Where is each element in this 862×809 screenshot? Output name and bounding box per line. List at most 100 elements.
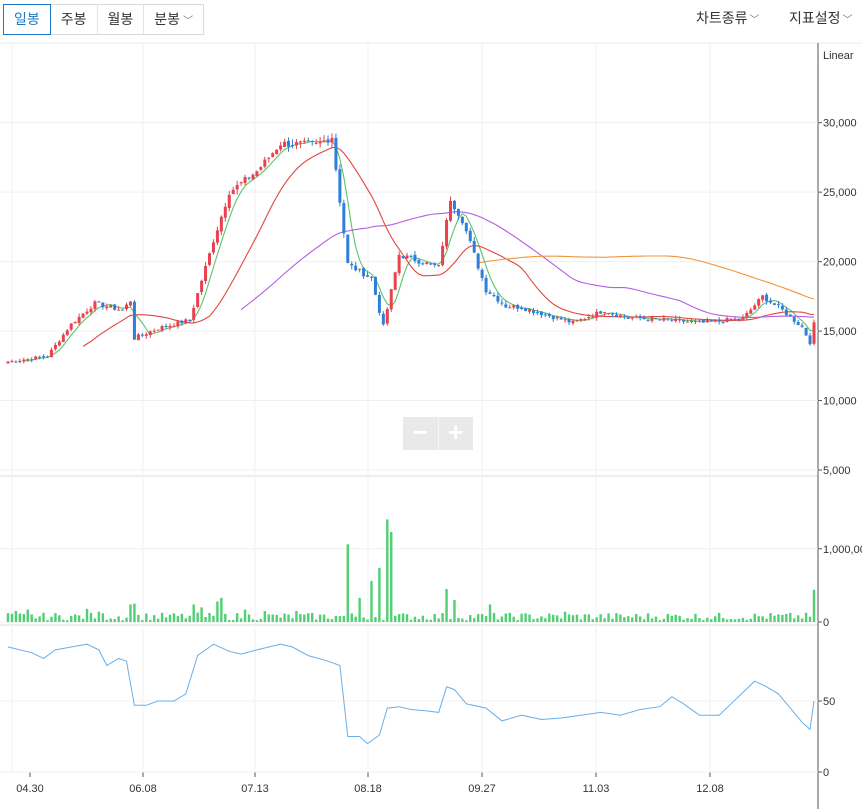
- volume-bar: [793, 618, 796, 622]
- price-tick-label: 10,000: [823, 396, 857, 408]
- candle-body: [239, 182, 243, 184]
- candle-body: [804, 327, 808, 336]
- candle-body: [34, 356, 38, 360]
- candle-body: [405, 255, 409, 259]
- volume-bar: [769, 613, 772, 622]
- volume-bar: [73, 614, 77, 622]
- candle-body: [160, 326, 164, 331]
- volume-bar: [204, 616, 207, 622]
- volume-bar: [38, 616, 41, 622]
- volume-bar: [14, 611, 18, 622]
- candle-body: [717, 320, 721, 322]
- candle-body: [279, 145, 283, 150]
- candle-body: [765, 294, 769, 302]
- candle-body: [136, 334, 140, 341]
- volume-bar: [405, 614, 409, 622]
- candle-body: [476, 253, 480, 269]
- zoom-in-button[interactable]: +: [437, 417, 474, 450]
- volume-bar: [753, 613, 756, 622]
- volume-bar: [583, 614, 587, 622]
- candle-body: [709, 320, 713, 322]
- tab-minute[interactable]: 분봉 ﹀: [144, 5, 203, 34]
- candle-body: [535, 312, 539, 314]
- volume-bar: [243, 609, 247, 622]
- volume-bar: [555, 615, 559, 622]
- candle-body: [784, 309, 788, 316]
- tab-daily[interactable]: 일봉: [3, 4, 51, 35]
- volume-bar: [196, 612, 199, 622]
- candle-body: [757, 299, 761, 306]
- candle-body: [362, 268, 366, 277]
- volume-bar: [121, 620, 124, 622]
- candle-body: [381, 313, 385, 325]
- volume-bar: [366, 619, 369, 622]
- tab-weekly[interactable]: 주봉: [51, 5, 98, 34]
- volume-bar: [287, 614, 290, 622]
- candle-body: [176, 321, 180, 327]
- candle-body: [587, 317, 591, 319]
- candle-body: [22, 359, 26, 362]
- volume-bar: [465, 620, 468, 622]
- volume-bar: [717, 612, 721, 622]
- volume-bar: [247, 614, 251, 622]
- candle-body: [346, 234, 350, 263]
- candle-body: [113, 304, 117, 310]
- zoom-out-button[interactable]: −: [403, 417, 438, 450]
- candle-body: [460, 216, 464, 224]
- candle-body: [753, 305, 757, 310]
- candle-body: [543, 314, 547, 316]
- volume-bar: [433, 613, 436, 622]
- volume-bar: [299, 614, 302, 622]
- volume-bar: [176, 616, 180, 622]
- volume-bar: [532, 619, 535, 622]
- x-tick-label: 08.18: [354, 783, 382, 795]
- volume-bar: [397, 614, 401, 622]
- candle-body: [215, 230, 219, 243]
- indicator-settings-button[interactable]: 지표설정 ﹀: [789, 8, 853, 28]
- candle-body: [769, 300, 773, 303]
- candle-body: [603, 312, 607, 314]
- candle-body: [575, 320, 579, 322]
- zoom-controls: − +: [403, 417, 473, 450]
- candle-body: [682, 319, 686, 322]
- volume-bar: [413, 616, 417, 622]
- candle-body: [737, 318, 741, 320]
- candle-body: [713, 320, 717, 322]
- chart-type-button[interactable]: 차트종류 ﹀: [696, 8, 760, 28]
- volume-bar: [437, 618, 440, 622]
- volume-bar: [658, 620, 662, 622]
- candle-body: [73, 322, 77, 324]
- candle-body: [654, 318, 658, 320]
- candle-body: [705, 320, 709, 323]
- volume-bar: [646, 613, 650, 622]
- candle-body: [393, 272, 397, 290]
- candle-body: [105, 306, 109, 309]
- candle-body: [634, 316, 638, 318]
- volume-bar: [251, 619, 255, 622]
- candle-body: [125, 304, 129, 310]
- volume-tick-label: 0: [823, 617, 829, 629]
- candle-body: [472, 240, 476, 253]
- volume-bar: [654, 616, 658, 622]
- candle-body: [745, 312, 749, 317]
- volume-bar: [156, 618, 160, 622]
- candle-body: [148, 331, 152, 335]
- candle-body: [559, 317, 563, 320]
- candle-body: [14, 361, 18, 363]
- volume-bar: [318, 614, 322, 622]
- volume-bar: [461, 618, 464, 622]
- volume-bar: [488, 604, 492, 622]
- candle-body: [350, 263, 354, 266]
- tab-monthly[interactable]: 월봉: [98, 5, 145, 34]
- volume-bar: [425, 619, 429, 622]
- candle-body: [263, 159, 267, 167]
- candle-body: [247, 177, 251, 179]
- candle-body: [678, 319, 682, 321]
- volume-bar: [58, 615, 61, 622]
- volume-bar: [812, 589, 816, 622]
- volume-bar: [662, 618, 666, 622]
- volume-bar: [698, 618, 701, 622]
- volume-bar: [504, 613, 508, 622]
- candle-body: [275, 149, 279, 155]
- volume-bar: [212, 615, 215, 622]
